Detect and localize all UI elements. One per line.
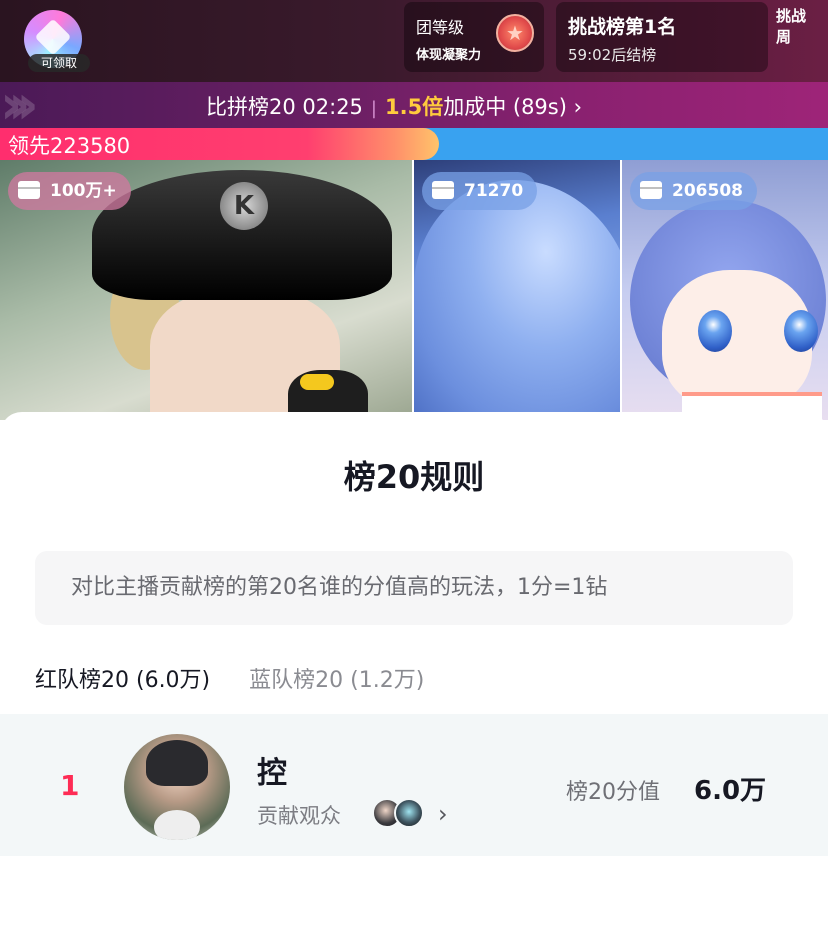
bonus-status: 加成中 (89s) — [443, 95, 567, 119]
avatar — [394, 798, 424, 828]
gift-count: 206508 — [672, 181, 743, 201]
challenge-rank-title: 挑战榜第1名 — [568, 16, 677, 38]
chevron-right-icon[interactable]: › — [438, 800, 448, 828]
star-medal-icon — [496, 14, 534, 52]
streamer-eye — [698, 310, 732, 352]
challenge-rank-card[interactable]: 挑战榜第1名 59:02后结榜 — [556, 2, 768, 72]
streamer-tile[interactable]: 206508 — [622, 160, 828, 420]
gift-count-chip[interactable]: 206508 — [630, 172, 757, 210]
contributor-label: 贡献观众 — [257, 804, 341, 828]
claimable-badge[interactable]: 可领取 — [28, 54, 90, 72]
rank-number: 1 — [60, 769, 80, 802]
score-value: 6.0万 — [694, 776, 767, 806]
challenge-week-label[interactable]: 挑战周 — [776, 6, 806, 48]
contributor-avatars[interactable] — [372, 798, 436, 830]
gift-count-chip[interactable]: 100万+ — [8, 172, 131, 210]
score-label: 榜20分值 — [566, 780, 660, 805]
rules-description: 对比主播贡献榜的第20名谁的分值高的玩法，1分=1钻 — [35, 551, 793, 625]
cap-emblem-icon: K — [220, 182, 268, 230]
gift-count: 71270 — [464, 181, 524, 201]
tab-blue-team[interactable]: 蓝队榜20 (1.2万) — [249, 662, 424, 694]
pk-status-bar[interactable]: ››› 比拼榜20 02:25 | 1.5倍加成中 (89s) › — [0, 73, 828, 136]
group-level-subtitle: 体现凝聚力 — [416, 48, 482, 63]
team-tabs: 红队榜20 (6.0万) 蓝队榜20 (1.2万) — [35, 662, 456, 694]
chevron-right-icon: › — [573, 95, 583, 119]
gift-count-chip[interactable]: 71270 — [422, 172, 538, 210]
coin-icon — [300, 374, 334, 390]
group-level-title: 团等级 — [416, 18, 465, 37]
group-level-card[interactable]: 团等级 体现凝聚力 — [404, 2, 544, 72]
lead-score-text: 领先223580 — [8, 134, 131, 158]
gift-count: 100万+ — [50, 181, 117, 201]
divider: | — [370, 98, 377, 119]
pk-timer: 比拼榜20 02:25 — [206, 95, 363, 119]
live-header: 可领取 团等级 体现凝聚力 挑战榜第1名 59:02后结榜 挑战周 — [0, 0, 828, 82]
bonus-multiplier: 1.5倍 — [385, 95, 444, 119]
sheet-title: 榜20规则 — [343, 458, 485, 496]
streamer-hair — [414, 180, 620, 420]
streamer-tile[interactable]: K 100万+ — [0, 160, 412, 420]
tab-red-team[interactable]: 红队榜20 (6.0万) — [35, 662, 210, 694]
chevron-decoration-icon: ››› — [0, 73, 39, 136]
challenge-countdown: 59:02后结榜 — [568, 46, 657, 64]
gift-icon — [432, 181, 454, 199]
gift-icon — [18, 181, 40, 199]
table-row[interactable]: 1 控 贡献观众 › 榜20分值 6.0万 — [0, 714, 828, 856]
avatar[interactable] — [124, 734, 230, 840]
pk-status-text: 比拼榜20 02:25 | 1.5倍加成中 (89s) › — [206, 91, 582, 121]
gift-icon — [640, 181, 662, 199]
user-name: 控 — [257, 756, 287, 791]
pk-score-bar: 领先223580 — [0, 128, 828, 160]
rules-sheet: 榜20规则 对比主播贡献榜的第20名谁的分值高的玩法，1分=1钻 红队榜20 (… — [0, 412, 828, 931]
streamer-tile[interactable]: 71270 — [414, 160, 620, 420]
streamer-eye — [784, 310, 818, 352]
